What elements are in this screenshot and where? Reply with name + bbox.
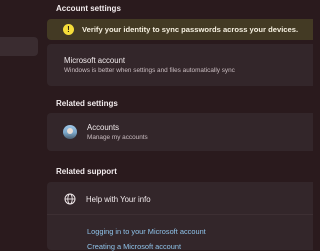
divider bbox=[47, 214, 313, 215]
main-content: Account settings ! Verify your identity … bbox=[47, 0, 313, 251]
microsoft-account-title: Microsoft account bbox=[64, 56, 126, 65]
accounts-card[interactable]: Accounts Manage my accounts bbox=[47, 113, 313, 151]
help-title[interactable]: Help with Your info bbox=[86, 195, 151, 204]
avatar bbox=[63, 125, 77, 139]
microsoft-account-card[interactable]: Microsoft account Windows is better when… bbox=[47, 44, 313, 86]
accounts-subtitle: Manage my accounts bbox=[87, 134, 148, 141]
section-title-related-settings: Related settings bbox=[56, 99, 118, 108]
microsoft-account-subtitle: Windows is better when settings and file… bbox=[64, 67, 235, 74]
warning-icon: ! bbox=[63, 24, 74, 35]
accounts-title: Accounts bbox=[87, 123, 120, 132]
sidebar-selected-item[interactable] bbox=[0, 37, 38, 56]
link-logging-in[interactable]: Logging in to your Microsoft account bbox=[87, 227, 206, 236]
verify-identity-banner[interactable]: ! Verify your identity to sync passwords… bbox=[47, 19, 313, 40]
section-title-account-settings: Account settings bbox=[56, 4, 121, 13]
help-card: Help with Your info bbox=[47, 182, 313, 250]
banner-text: Verify your identity to sync passwords a… bbox=[82, 25, 299, 34]
globe-icon bbox=[64, 193, 76, 205]
section-title-related-support: Related support bbox=[56, 167, 117, 176]
